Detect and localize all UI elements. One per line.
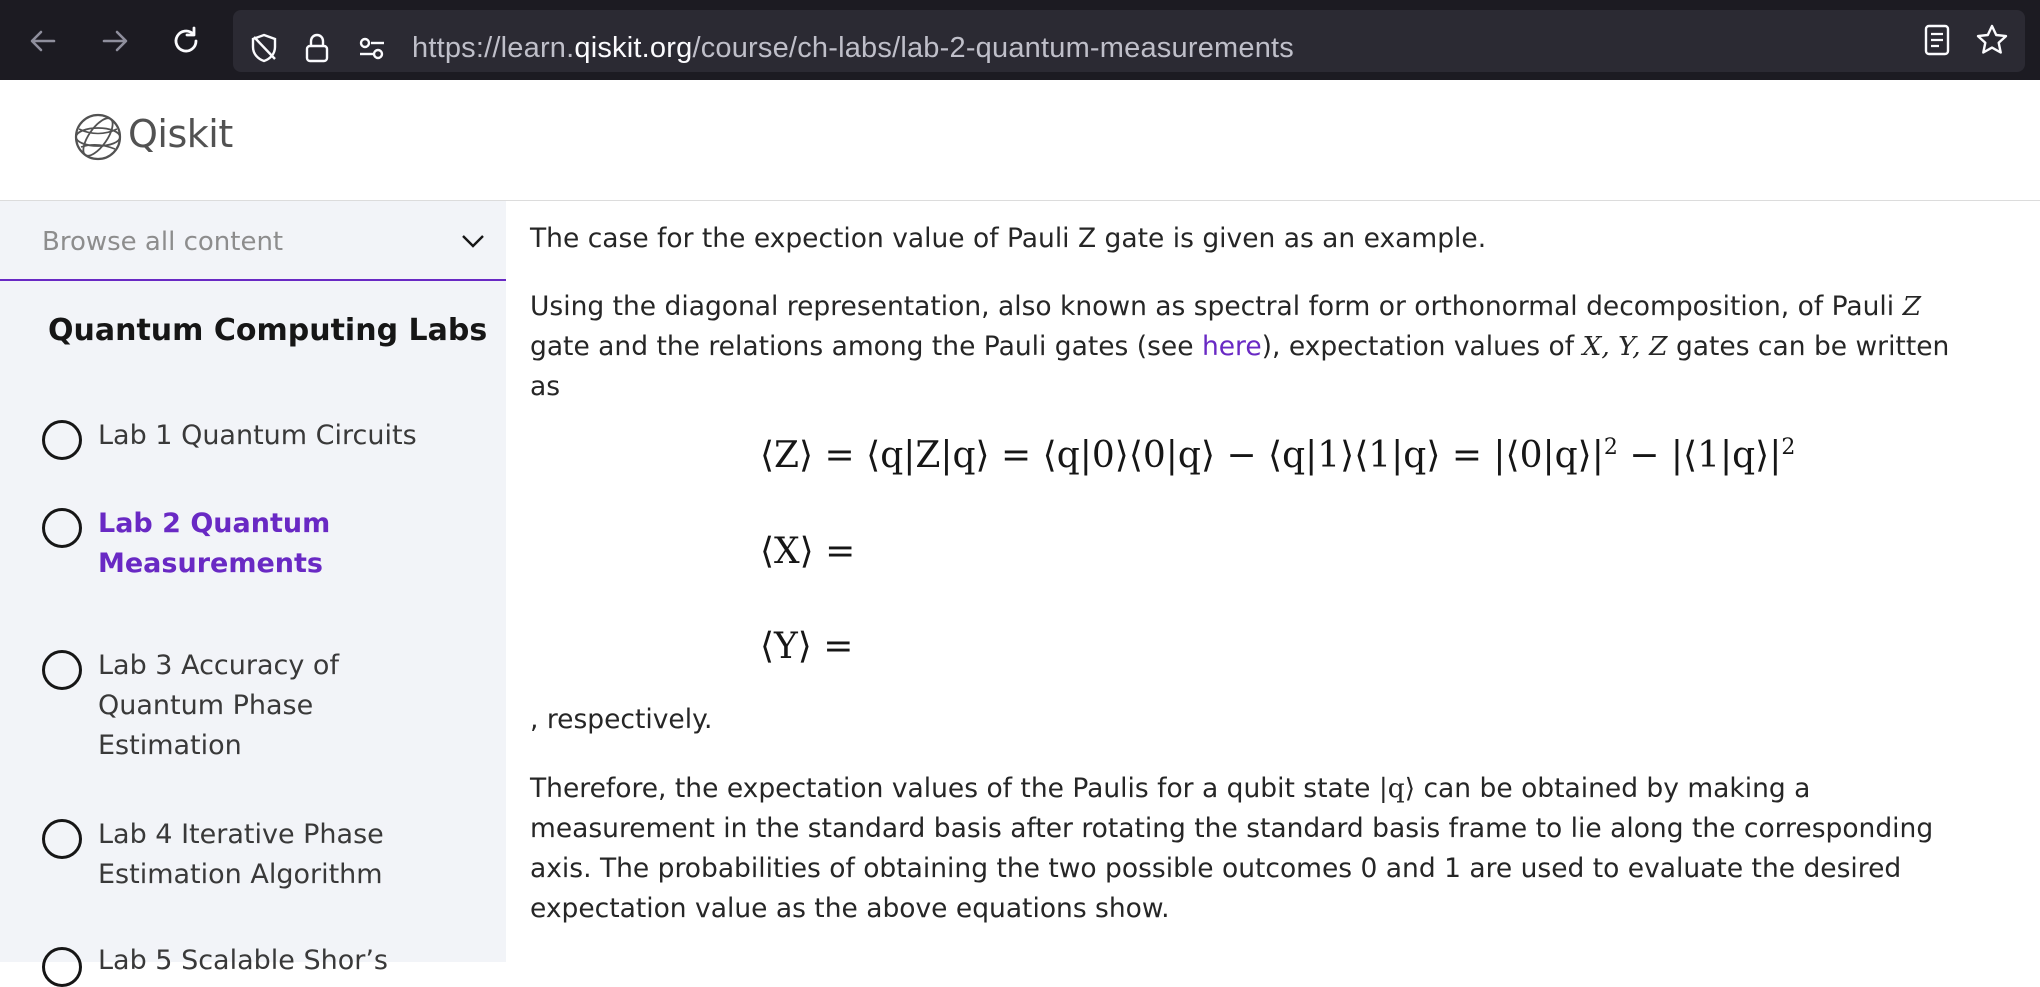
status-circle-icon: [42, 947, 82, 987]
logo-text[interactable]: Qiskit: [128, 112, 233, 156]
sidebar-item-label: Lab 1 Quantum Circuits: [98, 420, 417, 451]
browse-label: Browse all content: [42, 227, 284, 257]
tracking-protection-icon[interactable]: [247, 31, 281, 65]
reader-view-icon[interactable]: [1919, 22, 1955, 58]
paragraph-intro: The case for the expection value of Paul…: [530, 223, 1487, 254]
url-text[interactable]: https://learn.qiskit.org/course/ch-labs/…: [412, 32, 1294, 65]
equation-y-expectation: ⟨Y⟩ =: [760, 626, 854, 667]
bookmark-star-icon[interactable]: [1974, 22, 2010, 58]
reload-button[interactable]: [167, 22, 205, 60]
site-header: Qiskit: [0, 80, 2040, 201]
sidebar-item-label: Lab 5 Scalable Shor’s: [98, 945, 388, 976]
sidebar: Browse all content Quantum Computing Lab…: [0, 201, 506, 987]
reload-icon: [174, 26, 198, 53]
forward-button[interactable]: [96, 22, 134, 60]
arrow-right-icon: [102, 30, 128, 52]
paragraph-therefore: Therefore, the expectation values of the…: [530, 773, 1934, 924]
arrow-left-icon: [30, 30, 56, 52]
browser-toolbar: https://learn.qiskit.org/course/ch-labs/…: [0, 0, 2040, 80]
main-content: The case for the expection value of Paul…: [506, 201, 2040, 962]
sidebar-title: Quantum Computing Labs: [48, 313, 488, 348]
qiskit-logo-icon[interactable]: [73, 112, 123, 162]
browse-all-content-dropdown[interactable]: Browse all content: [0, 201, 506, 281]
sidebar-item-label: Lab 2 Quantum Measurements: [98, 508, 331, 579]
lock-icon[interactable]: [300, 31, 334, 65]
url-bar[interactable]: https://learn.qiskit.org/course/ch-labs/…: [233, 10, 2025, 72]
equation-x-expectation: ⟨X⟩ =: [760, 531, 856, 572]
sidebar-item-label: Lab 4 Iterative Phase Estimation Algorit…: [98, 819, 384, 890]
status-circle-icon: [42, 508, 82, 548]
back-button[interactable]: [24, 22, 62, 60]
here-link[interactable]: here: [1202, 331, 1262, 362]
sidebar-item-label: Lab 3 Accuracy of Quantum Phase Estimati…: [98, 650, 339, 761]
status-circle-icon: [42, 420, 82, 460]
equation-z-expectation: ⟨Z⟩ = ⟨q|Z|q⟩ = ⟨q|0⟩⟨0|q⟩ − ⟨q|1⟩⟨1|q⟩ …: [760, 435, 1796, 476]
paragraph-respectively: , respectively.: [530, 704, 713, 735]
paragraph-diagonal-representation: Using the diagonal representation, also …: [530, 291, 1950, 402]
status-circle-icon: [42, 650, 82, 690]
status-circle-icon: [42, 819, 82, 859]
permissions-icon[interactable]: [355, 31, 389, 65]
chevron-down-icon: [462, 235, 484, 248]
